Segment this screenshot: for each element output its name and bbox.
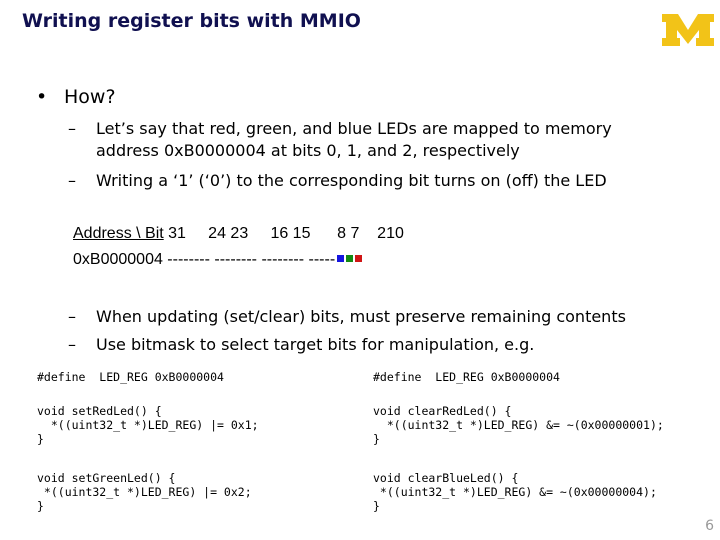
sub-item-line: When updating (set/clear) bits, must pre…	[96, 307, 626, 326]
block-m-shape	[662, 14, 714, 46]
sub-item-line: Let’s say that red, green, and blue LEDs…	[96, 119, 612, 138]
register-address: 0xB0000004	[73, 251, 163, 268]
slide-title: Writing register bits with MMIO	[22, 10, 361, 32]
unused-bits-dashes: -------- -------- -------- -----	[162, 251, 336, 268]
dash-marker: –	[68, 171, 76, 190]
bullet-text: How?	[64, 86, 116, 108]
dash-marker: –	[68, 307, 76, 326]
red-led-bit	[355, 255, 363, 263]
blue-led-bit	[337, 255, 345, 263]
bit-position-labels: 31 24 23 16 15 8 7 210	[163, 225, 404, 242]
register-diagram-header: Address \ Bit 31 24 23 16 15 8 7 210	[73, 225, 404, 243]
code-set-green-led: void setGreenLed() { *((uint32_t *)LED_R…	[37, 471, 252, 513]
code-left-define: #define LED_REG 0xB0000004	[37, 370, 224, 384]
green-led-bit	[346, 255, 354, 263]
address-bit-label: Address \ Bit	[73, 225, 164, 242]
dash-marker: –	[68, 335, 76, 354]
sub-item-line: address 0xB0000004 at bits 0, 1, and 2, …	[96, 141, 520, 160]
sub-item-line: Use bitmask to select target bits for ma…	[96, 335, 535, 354]
sub-item-line: Writing a ‘1’ (‘0’) to the corresponding…	[96, 171, 607, 190]
code-clear-red-led: void clearRedLed() { *((uint32_t *)LED_R…	[373, 404, 664, 446]
code-set-red-led: void setRedLed() { *((uint32_t *)LED_REG…	[37, 404, 259, 446]
code-right-define: #define LED_REG 0xB0000004	[373, 370, 560, 384]
page-number: 6	[705, 518, 714, 534]
bullet-marker: •	[36, 86, 48, 108]
university-of-michigan-block-m-logo	[662, 14, 714, 46]
register-diagram-row: 0xB0000004 -------- -------- -------- --…	[73, 251, 363, 269]
code-clear-blue-led: void clearBlueLed() { *((uint32_t *)LED_…	[373, 471, 657, 513]
dash-marker: –	[68, 119, 76, 138]
